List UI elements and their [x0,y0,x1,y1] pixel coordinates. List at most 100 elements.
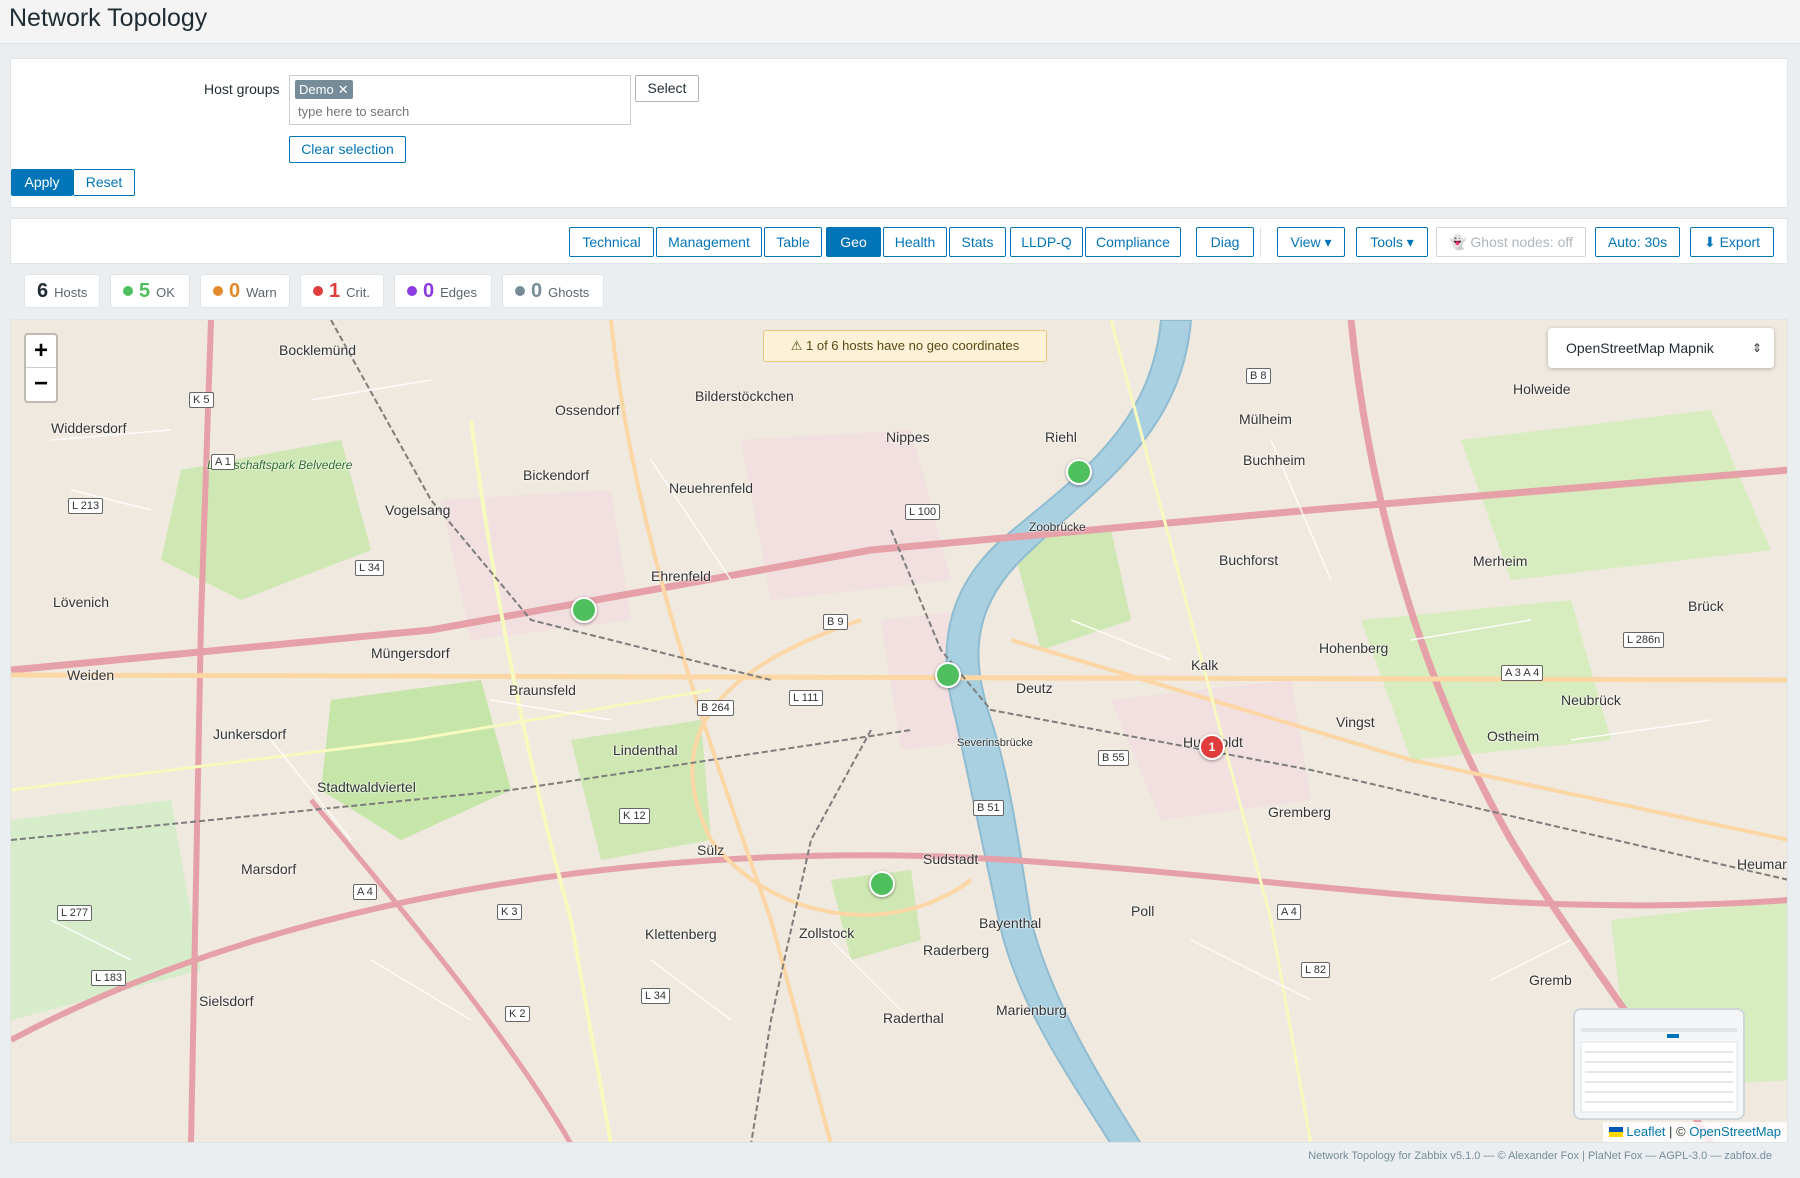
host-marker-ok[interactable] [571,597,597,623]
stat-warn: 0 Warn [200,274,290,308]
host-group-chip: Demo ✕ [295,80,353,99]
tools-menu-button[interactable]: Tools ▾ [1356,227,1428,257]
export-button[interactable]: ⬇ Export [1690,227,1774,257]
stat-hosts-label: Hosts [54,285,88,300]
zoom-out-button[interactable]: − [26,368,56,401]
place-label: Heumar [1737,856,1787,872]
stat-edges-label: Edges [440,285,477,300]
road-badge: A 4 [1277,904,1301,920]
place-label: Mülheim [1239,411,1292,427]
chip-remove-icon[interactable]: ✕ [338,82,349,97]
place-label: Zollstock [799,925,855,941]
filter-panel: Host groups Demo ✕ Select Clear selection… [10,58,1788,208]
road-badge: A 1 [211,454,235,470]
stat-crit-value: 1 [329,280,341,302]
stat-ghosts: 0 Ghosts [502,274,604,308]
road-badge: L 277 [57,905,93,921]
geo-map[interactable]: Bocklemünd Bilderstöckchen Ossendorf Nip… [10,319,1788,1143]
place-label: Poll [1131,903,1155,919]
place-label: Widdersdorf [51,420,127,436]
place-label: Sielsdorf [199,993,254,1009]
map-layer-select[interactable]: OpenStreetMap Mapnik ⇕ [1548,328,1774,368]
place-label: Stadtwaldviertel [317,779,416,795]
clear-selection-button[interactable]: Clear selection [289,136,406,163]
tab-management[interactable]: Management [656,227,762,257]
select-button[interactable]: Select [635,75,699,102]
road-badge: K 12 [619,808,650,824]
openstreetmap-link[interactable]: OpenStreetMap [1689,1124,1781,1139]
road-badge: L 183 [91,970,127,986]
road-badge: B 51 [973,800,1004,816]
edges-dot-icon [407,286,417,296]
view-toolbar: Technical Management Table Geo Health St… [10,218,1788,264]
crit-dot-icon [313,286,323,296]
minimap-thumbnail [1575,1010,1743,1118]
place-label: Lövenich [53,594,110,610]
stat-warn-value: 0 [229,280,241,302]
select-arrows-icon: ⇕ [1751,341,1762,355]
place-label: Marienburg [996,1002,1067,1018]
host-marker-crit[interactable]: 1 [1199,734,1225,760]
road-badge: L 286n [1623,632,1665,648]
host-marker-ok[interactable] [1066,459,1092,485]
geo-warning-banner: ⚠ 1 of 6 hosts have no geo coordinates [763,330,1047,362]
tab-health[interactable]: Health [883,227,947,257]
place-label: Buchforst [1219,552,1279,568]
road-badge: L 82 [1301,962,1331,978]
place-label: Vogelsang [385,502,451,518]
place-label: Bayenthal [979,915,1042,931]
road-badge: A 3 A 4 [1501,665,1544,681]
place-label: Bickendorf [523,467,590,483]
road-badge: A 4 [353,884,377,900]
tab-diag[interactable]: Diag [1196,227,1254,257]
tab-table[interactable]: Table [764,227,822,257]
place-label: Ossendorf [555,402,620,418]
place-label: Müngersdorf [371,645,450,661]
ok-dot-icon [123,286,133,296]
place-label: Merheim [1473,553,1528,569]
chip-label: Demo [299,82,334,97]
ghost-nodes-toggle[interactable]: 👻 Ghost nodes: off [1436,227,1586,257]
place-label: Hohenberg [1319,640,1389,656]
tab-lldp-q[interactable]: LLDP-Q [1010,227,1083,257]
road-badge: K 3 [497,904,522,920]
place-label: Kalk [1191,657,1219,673]
zoom-in-button[interactable]: + [26,335,56,368]
host-groups-label: Host groups [204,81,280,97]
place-label: Holweide [1513,381,1571,397]
apply-button[interactable]: Apply [11,169,73,196]
place-label: Sülz [697,842,725,858]
place-label: Zoobrücke [1029,520,1086,534]
map-layer-value: OpenStreetMap Mapnik [1566,340,1714,356]
tab-geo[interactable]: Geo [826,227,881,257]
title-bar: Network Topology [0,0,1800,44]
reset-button[interactable]: Reset [73,169,135,196]
place-label: Braunsfeld [509,682,576,698]
place-label: Junkersdorf [213,726,287,742]
leaflet-link[interactable]: Leaflet [1626,1124,1665,1139]
place-label: Deutz [1016,680,1053,696]
host-marker-ok[interactable] [935,662,961,688]
ghosts-dot-icon [515,286,525,296]
tab-compliance[interactable]: Compliance [1085,227,1181,257]
road-badge: B 264 [697,700,734,716]
road-badge: K 2 [505,1006,530,1022]
place-label: Neuehrenfeld [669,480,754,496]
zoom-control: + − [24,333,58,403]
place-label: Lindenthal [613,742,678,758]
host-groups-search-input[interactable] [296,103,616,120]
tab-stats[interactable]: Stats [949,227,1006,257]
view-menu-button[interactable]: View ▾ [1277,227,1345,257]
place-label: Riehl [1045,429,1077,445]
minimap-preview[interactable] [1573,1008,1745,1120]
host-marker-ok[interactable] [869,871,895,897]
attribution-separator: | © [1665,1124,1690,1139]
stat-edges: 0 Edges [394,274,492,308]
place-label: Nippes [886,429,930,445]
place-label: Raderthal [883,1010,944,1026]
auto-refresh-button[interactable]: Auto: 30s [1595,227,1680,257]
host-groups-multiselect[interactable]: Demo ✕ [289,75,631,125]
road-badge: B 9 [823,614,848,630]
tab-technical[interactable]: Technical [569,227,654,257]
place-label: Buchheim [1243,452,1306,468]
